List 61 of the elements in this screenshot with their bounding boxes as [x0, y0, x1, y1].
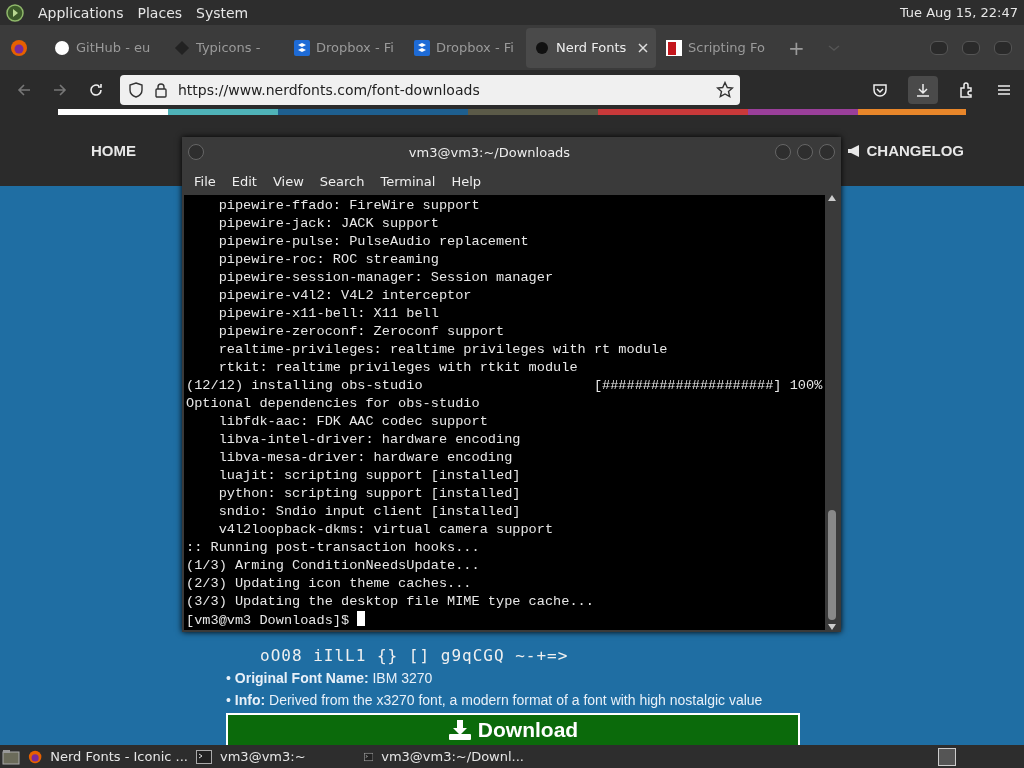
- menu-item[interactable]: File: [186, 173, 224, 189]
- font-info: • Info: Derived from the x3270 font, a modern format of a font with high nostalgic value: [226, 691, 764, 710]
- tab-favicon-icon: [534, 39, 550, 56]
- download-button[interactable]: Download: [226, 713, 800, 745]
- browser-tab[interactable]: GitHub - eu: [46, 27, 164, 68]
- menu-item[interactable]: Edit: [223, 173, 265, 189]
- scroll-down-icon[interactable]: [828, 624, 836, 630]
- download-arrow-icon: [447, 719, 472, 741]
- taskbar-item[interactable]: Nerd Fonts - Iconic ...: [28, 748, 188, 765]
- panel-menu[interactable]: Applications: [38, 4, 124, 21]
- minimize-icon[interactable]: [775, 144, 791, 160]
- back-icon[interactable]: [16, 81, 32, 98]
- window-control-icon[interactable]: [994, 40, 1012, 55]
- window-title: vm3@vm3:~/Downloads: [407, 144, 572, 160]
- firefox-icon[interactable]: [10, 38, 28, 57]
- forward-icon[interactable]: [52, 81, 68, 98]
- lock-icon: [154, 81, 168, 98]
- download-icon[interactable]: [908, 75, 938, 104]
- browser-tab[interactable]: Scripting Fo: [658, 27, 776, 68]
- close-tab-icon[interactable]: [638, 42, 648, 53]
- panel-menu[interactable]: Places: [137, 4, 183, 21]
- window-control-icon[interactable]: [962, 40, 980, 55]
- panel-menu[interactable]: System: [196, 4, 249, 21]
- tab-favicon-icon: [54, 39, 70, 56]
- tab-favicon-icon: [294, 39, 310, 56]
- browser-tab[interactable]: Dropbox - Fi: [406, 27, 524, 68]
- terminal-icon: [196, 749, 212, 764]
- menu-item[interactable]: Search: [311, 173, 373, 189]
- font-info: • Original Font Name: IBM 3270: [226, 669, 434, 688]
- workspace-switcher[interactable]: [938, 747, 956, 766]
- nav-link[interactable]: HOME: [91, 142, 136, 159]
- menu-item[interactable]: Help: [443, 173, 490, 189]
- tab-favicon-icon: [666, 39, 682, 56]
- pocket-icon[interactable]: [872, 81, 888, 98]
- browser-tab[interactable]: Dropbox - Fi: [286, 27, 404, 68]
- window-menu-icon[interactable]: [188, 144, 204, 160]
- font-sample: oO08 iIlL1 {} [] g9qCGQ ~-+=>: [260, 645, 570, 667]
- scroll-up-icon[interactable]: [828, 195, 836, 201]
- tab-favicon-icon: [414, 39, 430, 56]
- terminal-output: pipewire-ffado: FireWire support pipewire-jack: JACK support pipewire-pulse: PulseAudio replacement pipewire-roc: ROC streaming pipewire-session-manager: Session manager pipewire-v4l2: V4L2 interceptor pipewire-x11-bell: X11 bell pipewire-zeroconf: Zeroconf support realtime-privileges: realtime privileges with rt module rtkit: realtime privileges with rtkit module (12/12) installing obs-studio [#####################] 100% Optional dependencies for obs-studio libfdk-aac: FDK AAC codec support libva-intel-driver: hardware encoding libva-mesa-driver: hardware encoding luajit: scripting support [installed] python: scripting support [installed] sndio: Sndio input client [installed] v4l2loopback-dkms: virtual camera support :: Running post-transaction hooks... (1/3) Arming ConditionNeedsUpdate... (2/3) Updating icon theme caches... (3/3) Updating the desktop file MIME type cache... [vm3@vm3 Downloads]$: [185, 197, 824, 630]
- url-field[interactable]: https://www.nerdfonts.com/font-downloads: [120, 74, 740, 105]
- close-icon[interactable]: [819, 144, 835, 160]
- scrollbar[interactable]: [825, 195, 839, 630]
- shield-icon: [128, 81, 144, 98]
- window-control-icon[interactable]: [930, 40, 948, 55]
- taskbar-item[interactable]: vm3@vm3:~: [196, 749, 356, 764]
- star-icon[interactable]: [716, 80, 734, 99]
- maximize-icon[interactable]: [797, 144, 813, 160]
- browser-tab[interactable]: Typicons -: [166, 27, 284, 68]
- show-desktop-icon[interactable]: [2, 748, 20, 765]
- menu-item[interactable]: Terminal: [372, 173, 444, 189]
- taskbar-item[interactable]: vm3@vm3:~/Downl...: [364, 749, 524, 764]
- browser-tab[interactable]: Nerd Fonts: [526, 27, 656, 68]
- firefox-icon: [28, 748, 43, 765]
- clock: Tue Aug 15, 22:47: [899, 5, 1018, 20]
- scrollbar-thumb[interactable]: [828, 510, 836, 620]
- new-tab-button[interactable]: +: [778, 35, 815, 60]
- nav-link[interactable]: CHANGELOG: [846, 142, 964, 159]
- menu-item[interactable]: View: [264, 173, 312, 189]
- reload-icon[interactable]: [88, 81, 104, 98]
- distro-logo-icon[interactable]: [6, 3, 24, 22]
